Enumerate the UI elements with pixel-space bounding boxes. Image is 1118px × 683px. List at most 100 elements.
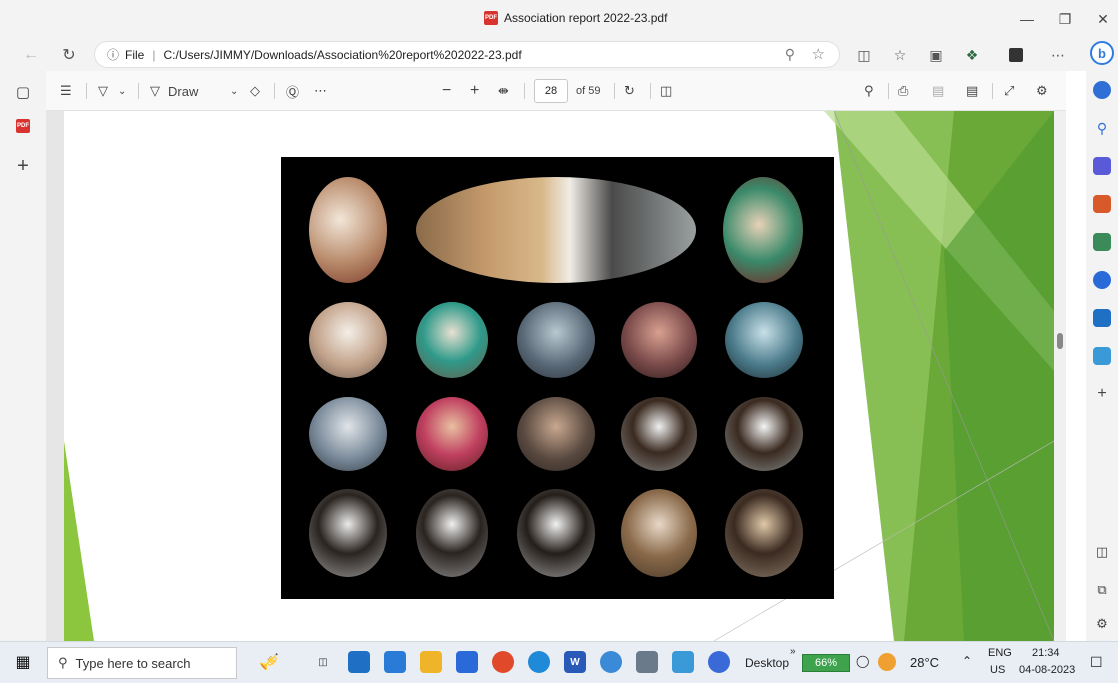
- zoom-in-icon[interactable]: +: [470, 82, 479, 100]
- settings-icon[interactable]: ⚙: [1036, 82, 1048, 100]
- photo-collage: [281, 157, 834, 599]
- collections-icon[interactable]: ▣: [925, 44, 947, 66]
- search-magnifier-icon: ⚲: [58, 655, 68, 670]
- contents-icon[interactable]: ☰: [60, 82, 72, 100]
- fullscreen-icon[interactable]: ⤢: [1004, 82, 1014, 100]
- more-tools-icon[interactable]: ⋯: [314, 82, 327, 100]
- address-bar-row: ← ↻ ⓘ File | C:/Users/JIMMY/Downloads/As…: [0, 38, 1118, 71]
- notification-center-icon[interactable]: ☐: [1090, 654, 1103, 671]
- desktop-toolbar-label[interactable]: Desktop: [745, 656, 789, 670]
- search-sidebar-icon[interactable]: ⚲: [1093, 119, 1111, 137]
- chrome-alt-icon[interactable]: [708, 651, 730, 673]
- toolbar-overflow-icon[interactable]: »: [790, 646, 796, 657]
- more-icon[interactable]: ⋯: [1047, 44, 1069, 66]
- snipping-icon[interactable]: [636, 651, 658, 673]
- chrome-icon[interactable]: [492, 651, 514, 673]
- tab-actions-icon[interactable]: ▢: [12, 81, 34, 103]
- toolbar-divider: [524, 83, 525, 99]
- save-as-icon[interactable]: ▤: [966, 82, 978, 100]
- profile-icon[interactable]: [1005, 44, 1027, 66]
- window-title: PDF Association report 2022-23.pdf: [484, 11, 667, 25]
- windows-start-icon[interactable]: ▦: [12, 651, 34, 673]
- photo-lamp-lighting-1: [309, 177, 387, 283]
- close-button[interactable]: ✕: [1088, 6, 1118, 32]
- page-total: of 59: [576, 85, 601, 97]
- hidden-icons-chevron-icon[interactable]: ⌃: [962, 654, 972, 668]
- scrollbar-thumb[interactable]: [1057, 333, 1063, 349]
- site-info-icon[interactable]: ⓘ: [107, 46, 119, 63]
- weather-temperature[interactable]: 28°C: [910, 655, 939, 670]
- draw-icon[interactable]: ▽: [150, 82, 160, 100]
- minimize-button[interactable]: —: [1012, 6, 1042, 32]
- erase-icon[interactable]: ◇: [250, 82, 260, 100]
- url-separator: |: [152, 47, 156, 62]
- device-icon[interactable]: ◯: [856, 654, 869, 668]
- notifications-icon[interactable]: [1093, 81, 1111, 99]
- vertical-scrollbar[interactable]: [1054, 111, 1066, 641]
- pdf-toolbar: ☰ ▽ ⌄ ▽ Draw ⌄ ◇ Ⓠ ⋯ − + ⇼ 28 of 59 ↻ ◫ …: [46, 71, 1066, 111]
- edge-icon[interactable]: [528, 651, 550, 673]
- sidebar-settings-icon[interactable]: ⚙: [1093, 615, 1111, 633]
- task-view-icon[interactable]: ◫: [312, 651, 334, 673]
- clock-time[interactable]: 21:34: [1032, 647, 1060, 659]
- extensions-icon[interactable]: ❖: [961, 44, 983, 66]
- photo-row4-2: [416, 489, 488, 577]
- outlook-icon[interactable]: [1093, 309, 1111, 327]
- hide-sidebar-icon[interactable]: ◫: [1093, 543, 1111, 561]
- back-icon[interactable]: ←: [18, 42, 44, 68]
- language-bottom[interactable]: US: [990, 664, 1005, 676]
- taskbar-search-input[interactable]: ⚲ Type here to search: [47, 647, 237, 679]
- drop-icon[interactable]: [1093, 347, 1111, 365]
- teams-icon[interactable]: [456, 651, 478, 673]
- url-scheme: File: [125, 47, 145, 62]
- new-tab-icon[interactable]: +: [12, 155, 34, 177]
- language-top[interactable]: ENG: [988, 647, 1012, 659]
- draw-dropdown-icon[interactable]: ⌄: [230, 82, 238, 100]
- trumpet-icon[interactable]: 🎺: [244, 651, 294, 673]
- text-icon[interactable]: Ⓠ: [286, 82, 299, 100]
- battery-indicator[interactable]: 66%: [802, 654, 850, 672]
- favorite-icon[interactable]: ☆: [812, 45, 825, 63]
- tools-icon[interactable]: [1093, 195, 1111, 213]
- photo-row4-5: [725, 489, 803, 577]
- rotate-icon[interactable]: ↻: [624, 82, 635, 100]
- print-icon[interactable]: ⎙: [898, 82, 908, 100]
- draw-button[interactable]: Draw: [168, 82, 198, 100]
- highlight-dropdown-icon[interactable]: ⌄: [118, 82, 126, 100]
- external-link-icon[interactable]: ⧉: [1093, 581, 1111, 599]
- refresh-icon[interactable]: ↻: [56, 42, 82, 68]
- add-sidebar-app-icon[interactable]: +: [1093, 385, 1111, 403]
- highlight-icon[interactable]: ▽: [98, 82, 108, 100]
- file-explorer-icon[interactable]: [420, 651, 442, 673]
- page-number-input[interactable]: 28: [534, 79, 568, 103]
- search-icon[interactable]: ⚲: [864, 82, 874, 100]
- chrome-profile-icon[interactable]: [600, 651, 622, 673]
- photo-row3-1: [309, 397, 387, 471]
- photo-row2-1: [309, 302, 387, 378]
- word-icon[interactable]: W: [564, 651, 586, 673]
- save-icon[interactable]: ▤: [932, 82, 944, 100]
- address-input[interactable]: ⓘ File | C:/Users/JIMMY/Downloads/Associ…: [94, 41, 840, 68]
- photo-lamp-lighting-2: [723, 177, 803, 283]
- fit-page-icon[interactable]: ⇼: [498, 82, 509, 100]
- games-icon[interactable]: [1093, 233, 1111, 251]
- clock-date[interactable]: 04-08-2023: [1019, 664, 1075, 676]
- page-view-icon[interactable]: ◫: [660, 82, 672, 100]
- window-title-text: Association report 2022-23.pdf: [504, 11, 668, 25]
- zoom-out-icon[interactable]: −: [442, 82, 451, 100]
- store-icon[interactable]: [384, 651, 406, 673]
- shopping-icon[interactable]: [1093, 157, 1111, 175]
- photos-icon[interactable]: [672, 651, 694, 673]
- restore-button[interactable]: ❐: [1050, 6, 1080, 32]
- tab-pdf-document[interactable]: PDF: [12, 115, 34, 137]
- mail-icon[interactable]: [348, 651, 370, 673]
- photo-row4-4: [621, 489, 697, 577]
- weather-icon[interactable]: [878, 653, 896, 671]
- bing-icon[interactable]: b: [1090, 41, 1114, 65]
- toolbar-divider: [274, 83, 275, 99]
- split-screen-icon[interactable]: ◫: [853, 44, 875, 66]
- favorites-list-icon[interactable]: ☆: [889, 44, 911, 66]
- microsoft365-icon[interactable]: [1093, 271, 1111, 289]
- pdf-viewport[interactable]: [46, 111, 1066, 641]
- zoom-icon[interactable]: ⚲: [785, 46, 795, 63]
